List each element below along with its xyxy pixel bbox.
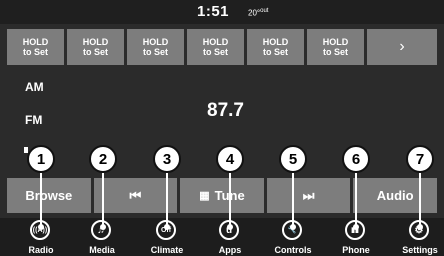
clock: 1:51 bbox=[197, 3, 230, 20]
callout-5: 5 bbox=[279, 145, 307, 173]
preset-button-4[interactable]: HOLD to Set bbox=[187, 29, 244, 65]
music-note-icon: ♫ bbox=[91, 220, 111, 240]
seek-forward-icon: ⏭ bbox=[302, 187, 315, 203]
preset-bar: HOLD to Set HOLD to Set HOLD to Set HOLD to … bbox=[7, 29, 437, 65]
status-bar: 1:51 20°out bbox=[0, 0, 444, 24]
outside-temperature: 20°out bbox=[248, 8, 269, 18]
callout-leader-3 bbox=[164, 173, 170, 230]
callout-leader-6 bbox=[353, 173, 359, 230]
callout-leader-7 bbox=[417, 173, 423, 230]
bottom-nav-bar: ((A)) Radio ♫ Media Off Climate û Apps 🔧… bbox=[0, 218, 444, 256]
browse-button[interactable]: Browse bbox=[7, 178, 91, 213]
callout-leader-2 bbox=[100, 173, 106, 230]
control-bar: Browse ⏮ ▦Tune ⏭ Audio bbox=[7, 178, 437, 213]
preset-button-1[interactable]: HOLD to Set bbox=[7, 29, 64, 65]
callout-7: 7 bbox=[406, 145, 434, 173]
preset-button-3[interactable]: HOLD to Set bbox=[127, 29, 184, 65]
grid-icon: ▦ bbox=[199, 190, 210, 202]
preset-button-5[interactable]: HOLD to Set bbox=[247, 29, 304, 65]
audio-button[interactable]: Audio bbox=[353, 178, 437, 213]
seek-back-icon: ⏮ bbox=[129, 187, 142, 203]
callout-leader-5 bbox=[290, 173, 296, 230]
seek-back-button[interactable]: ⏮ bbox=[93, 178, 178, 213]
callout-leader-4 bbox=[227, 173, 233, 230]
tune-button[interactable]: ▦Tune bbox=[180, 178, 264, 213]
seek-forward-button[interactable]: ⏭ bbox=[266, 178, 351, 213]
callout-4: 4 bbox=[216, 145, 244, 173]
preset-button-6[interactable]: HOLD to Set bbox=[307, 29, 364, 65]
callout-3: 3 bbox=[153, 145, 181, 173]
band-am-button[interactable]: AM bbox=[25, 80, 44, 94]
presets-next-button[interactable]: › bbox=[367, 29, 437, 65]
frequency-display: 87.7 bbox=[207, 100, 244, 121]
band-fm-button[interactable]: FM bbox=[25, 113, 42, 127]
callout-1: 1 bbox=[27, 145, 55, 173]
callout-leader-1 bbox=[38, 173, 44, 230]
callout-6: 6 bbox=[342, 145, 370, 173]
callout-2: 2 bbox=[89, 145, 117, 173]
preset-button-2[interactable]: HOLD to Set bbox=[67, 29, 124, 65]
